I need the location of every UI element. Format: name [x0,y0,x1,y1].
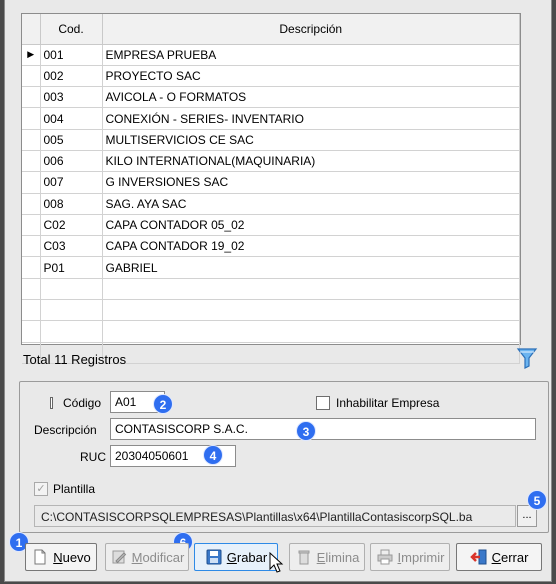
table-row[interactable]: 007 G INVERSIONES SAC [22,171,520,194]
cell-cod: P01 [40,256,103,279]
empty-cell [102,320,520,343]
callout-badge-2: 2 [153,394,173,414]
table-row[interactable]: C02 CAPA CONTADOR 05_02 [22,214,520,237]
descripcion-input[interactable]: CONTASISCORP S.A.C. [110,418,536,440]
nuevo-button[interactable]: Nuevo [25,543,97,571]
edit-icon [110,548,128,566]
elimina-button[interactable]: Elimina [289,543,365,571]
selected-row-indicator-icon: ▶ [22,44,41,66]
table-row[interactable]: 008 SAG. AYA SAC [22,193,520,215]
grabar-label: Grabar [226,549,268,565]
row-indicator [22,129,41,151]
row-indicator [22,214,41,237]
companies-grid[interactable]: Cod. Descripción ▶ 001 EMPRESA PRUEBA 002 PR… [21,13,521,364]
cell-descripcion: G INVERSIONES SAC [102,171,520,194]
cell-cod: 008 [40,193,103,215]
printer-icon [376,548,394,566]
cell-cod: C02 [40,214,103,237]
nuevo-label: Nuevo [53,549,91,565]
column-header-cod[interactable]: Cod. [40,14,103,45]
cell-descripcion: CAPA CONTADOR 05_02 [102,214,520,237]
cell-descripcion: CONEXIÓN - SERIES- INVENTARIO [102,107,520,130]
cell-descripcion: MULTISERVICIOS CE SAC [102,129,520,151]
empty-cell [22,278,41,301]
codigo-label: Código [63,396,102,410]
company-detail-form: Código A01 Inhabilitar Empresa Descripci… [19,381,549,533]
empty-table-row [22,299,520,322]
mouse-cursor-icon [269,551,285,574]
cell-descripcion: PROYECTO SAC [102,65,520,88]
table-row[interactable]: 003 AVICOLA - O FORMATOS [22,86,520,109]
table-row[interactable]: ▶ 001 EMPRESA PRUEBA [22,44,520,66]
empty-cell [40,278,103,301]
row-indicator [22,150,41,173]
row-indicator [22,256,41,279]
row-indicator [22,193,41,215]
save-icon [205,548,223,566]
cell-descripcion: SAG. AYA SAC [102,193,520,215]
cell-cod: 007 [40,171,103,194]
cell-cod: 006 [40,150,103,173]
empty-cell [102,299,520,322]
cell-descripcion: KILO INTERNATIONAL(MAQUINARIA) [102,150,520,173]
table-row[interactable]: 006 KILO INTERNATIONAL(MAQUINARIA) [22,150,520,173]
empty-table-row [22,278,520,301]
empty-cell [102,278,520,301]
imprimir-label: Imprimir [397,549,445,565]
elimina-label: Elimina [316,549,360,565]
column-header-descripcion[interactable]: Descripción [102,14,520,45]
filter-icon[interactable] [516,346,538,370]
table-row[interactable]: P01 GABRIEL [22,256,520,279]
imprimir-button[interactable]: Imprimir [370,543,450,571]
trash-icon [295,548,313,566]
cell-descripcion: GABRIEL [102,256,520,279]
row-indicator [22,171,41,194]
company-form-window: Cod. Descripción ▶ 001 EMPRESA PRUEBA 002 PR… [4,0,552,582]
cerrar-button[interactable]: Cerrar [456,543,542,571]
empty-cell [22,320,41,343]
empty-table-row [22,320,520,343]
cell-cod: C03 [40,235,103,258]
callout-badge-3: 3 [296,421,316,441]
table-row[interactable]: 005 MULTISERVICIOS CE SAC [22,129,520,151]
table-row[interactable]: C03 CAPA CONTADOR 19_02 [22,235,520,258]
modificar-button[interactable]: Modificar [105,543,189,571]
cell-cod: 004 [40,107,103,130]
cerrar-label: Cerrar [491,549,529,565]
empty-cell [40,320,103,343]
new-document-icon [31,548,49,566]
empty-cell [102,342,520,364]
modificar-label: Modificar [131,549,185,565]
exit-icon [469,548,488,566]
inhabilitar-empresa-label: Inhabilitar Empresa [336,396,440,410]
empty-cell [22,299,41,322]
cell-descripcion: AVICOLA - O FORMATOS [102,86,520,109]
row-indicator [22,65,41,88]
grabar-button[interactable]: Grabar [194,543,278,571]
cell-cod: 005 [40,129,103,151]
row-indicator [22,235,41,258]
table-row[interactable]: 002 PROYECTO SAC [22,65,520,88]
required-marker [50,397,53,409]
cell-descripcion: EMPRESA PRUEBA [102,44,520,66]
plantilla-checkbox[interactable]: ✓ [34,482,48,496]
row-indicator [22,107,41,130]
row-indicator [22,86,41,109]
plantilla-label: Plantilla [53,482,96,496]
callout-badge-5: 5 [527,490,547,510]
inhabilitar-empresa-checkbox[interactable] [316,396,330,410]
cell-cod: 002 [40,65,103,88]
table-row[interactable]: 004 CONEXIÓN - SERIES- INVENTARIO [22,107,520,130]
grid-header-row: Cod. Descripción [22,14,520,45]
cell-cod: 001 [40,44,103,66]
ruc-label: RUC [80,450,106,464]
empty-cell [40,299,103,322]
plantilla-path-field[interactable]: C:\CONTASISCORPSQLEMPRESAS\Plantillas\x6… [34,505,516,527]
row-indicator-header [22,14,41,45]
total-records-label: Total 11 Registros [23,352,127,367]
cell-cod: 003 [40,86,103,109]
cell-descripcion: CAPA CONTADOR 19_02 [102,235,520,258]
descripcion-label: Descripción [34,423,97,437]
callout-badge-4: 4 [203,445,223,465]
